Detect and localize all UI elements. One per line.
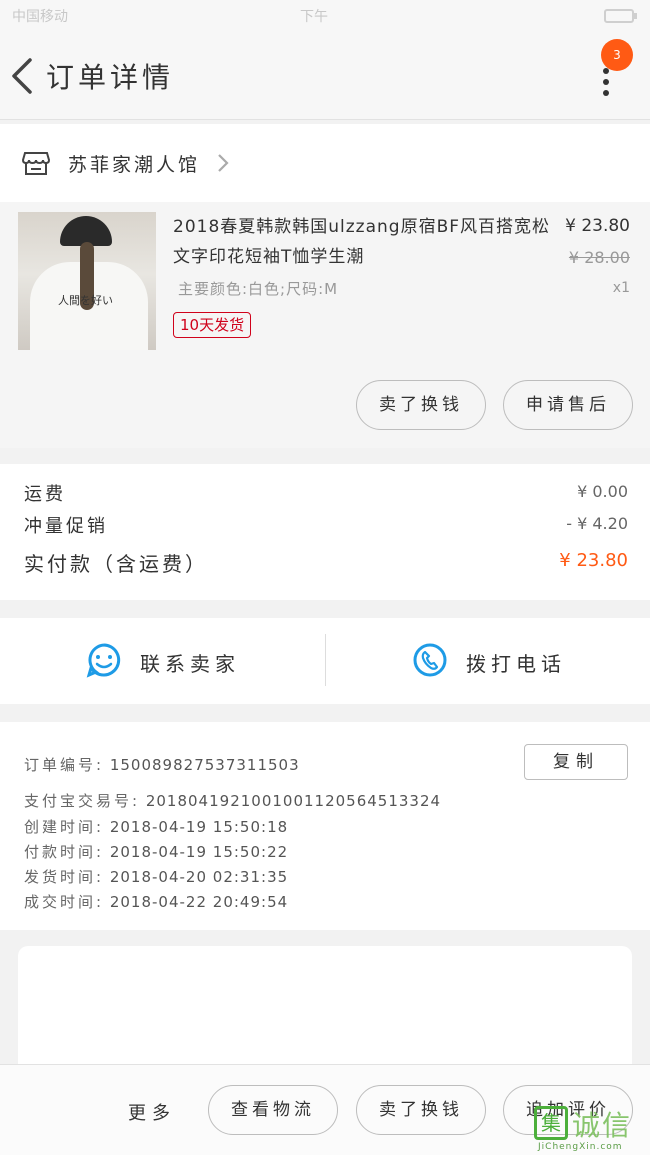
promo-label: 冲量促销	[24, 516, 108, 537]
completed-time-line: 成交时间: 2018-04-22 20:49:54	[24, 891, 288, 912]
carrier-text: 中国移动	[12, 9, 68, 25]
contact-seller-button[interactable]: 联系卖家	[0, 618, 325, 704]
shipped-time-value: 2018-04-20 02:31:35	[109, 868, 289, 886]
watermark-logo: 集 诚信 JiChengXin.com	[532, 1104, 648, 1154]
nav-header: 订单详情 3	[0, 32, 650, 120]
status-bar: 中国移动 下午	[0, 0, 650, 32]
promo-value: - ¥ 4.20	[566, 514, 628, 533]
completed-time-value: 2018-04-22 20:49:54	[109, 893, 289, 911]
back-arrow-icon[interactable]	[6, 54, 38, 98]
battery-icon	[604, 9, 637, 23]
watermark-box: 集	[534, 1106, 568, 1140]
page-title: 订单详情	[46, 61, 175, 94]
shipping-fee-row: 运费 ¥ 0.00	[24, 480, 628, 510]
product-spec: 主要颜色:白色;尺码:M	[178, 280, 339, 298]
original-price: ¥ 28.00	[568, 248, 630, 267]
shop-icon	[22, 152, 50, 175]
total-value: ¥ 23.80	[559, 550, 628, 571]
shop-name: 苏菲家潮人馆	[68, 154, 201, 176]
product-card[interactable]: 人間を好い 2018春夏韩款韩国ulzzang原宿BF风百搭宽松文字印花短袖T恤…	[0, 202, 650, 448]
product-thumbnail[interactable]: 人間を好い	[18, 212, 156, 350]
shipping-fee-value: ¥ 0.00	[577, 482, 628, 501]
fee-summary: 运费 ¥ 0.00 冲量促销 - ¥ 4.20 实付款（含运费） ¥ 23.80	[0, 464, 650, 600]
order-number-line: 订单编号: 150089827537311503	[24, 754, 300, 775]
total-row: 实付款（含运费） ¥ 23.80	[24, 548, 628, 578]
paid-time-value: 2018-04-19 15:50:22	[109, 843, 289, 861]
product-price: ¥ 23.80	[565, 216, 630, 236]
order-number-value: 150089827537311503	[109, 756, 300, 774]
shipped-time-line: 发货时间: 2018-04-20 02:31:35	[24, 866, 288, 887]
shipping-fee-label: 运费	[24, 484, 66, 505]
shipped-time-label: 发货时间:	[24, 868, 105, 886]
promo-row: 冲量促销 - ¥ 4.20	[24, 512, 628, 542]
phone-icon	[413, 643, 447, 677]
alipay-no-value: 2018041921001001120564513324	[145, 792, 442, 810]
created-time-line: 创建时间: 2018-04-19 15:50:18	[24, 816, 288, 837]
order-info: 订单编号: 150089827537311503 复制 支付宝交易号: 2018…	[0, 722, 650, 930]
product-quantity: x1	[612, 280, 630, 296]
copy-button[interactable]: 复制	[524, 744, 628, 780]
view-logistics-button[interactable]: 查看物流	[208, 1085, 338, 1135]
contact-seller-label: 联系卖家	[140, 652, 240, 676]
status-time: 下午	[300, 9, 328, 25]
created-time-value: 2018-04-19 15:50:18	[109, 818, 289, 836]
completed-time-label: 成交时间:	[24, 893, 105, 911]
created-time-label: 创建时间:	[24, 818, 105, 836]
call-phone-button[interactable]: 拨打电话	[326, 618, 650, 704]
alipay-no-line: 支付宝交易号: 2018041921001001120564513324	[24, 790, 441, 811]
shipping-tag: 10天发货	[173, 312, 252, 338]
watermark-url: JiChengXin.com	[538, 1142, 623, 1152]
sell-button[interactable]: 卖了换钱	[356, 1085, 486, 1135]
shop-row[interactable]: 苏菲家潮人馆	[0, 124, 650, 202]
call-phone-label: 拨打电话	[466, 652, 566, 676]
product-name[interactable]: 2018春夏韩款韩国ulzzang原宿BF风百搭宽松文字印花短袖T恤学生潮	[173, 212, 558, 272]
after-sale-button[interactable]: 申请售后	[503, 380, 633, 430]
watermark-name: 诚信	[572, 1109, 633, 1142]
order-number-label: 订单编号:	[24, 756, 105, 774]
paid-time-line: 付款时间: 2018-04-19 15:50:22	[24, 841, 288, 862]
alipay-no-label: 支付宝交易号:	[24, 792, 141, 810]
chat-smile-icon	[86, 643, 121, 678]
more-dots-icon[interactable]	[596, 68, 616, 98]
chevron-right-icon	[218, 154, 229, 172]
buy-again-button[interactable]: 卖了换钱	[356, 380, 486, 430]
shirt-print: 人間を好い	[58, 294, 113, 307]
more-button[interactable]: 更多	[128, 1099, 176, 1125]
message-badge[interactable]: 3	[601, 39, 633, 71]
paid-time-label: 付款时间:	[24, 843, 105, 861]
contact-bar: 联系卖家 拨打电话	[0, 618, 650, 704]
total-label: 实付款（含运费）	[24, 552, 208, 576]
